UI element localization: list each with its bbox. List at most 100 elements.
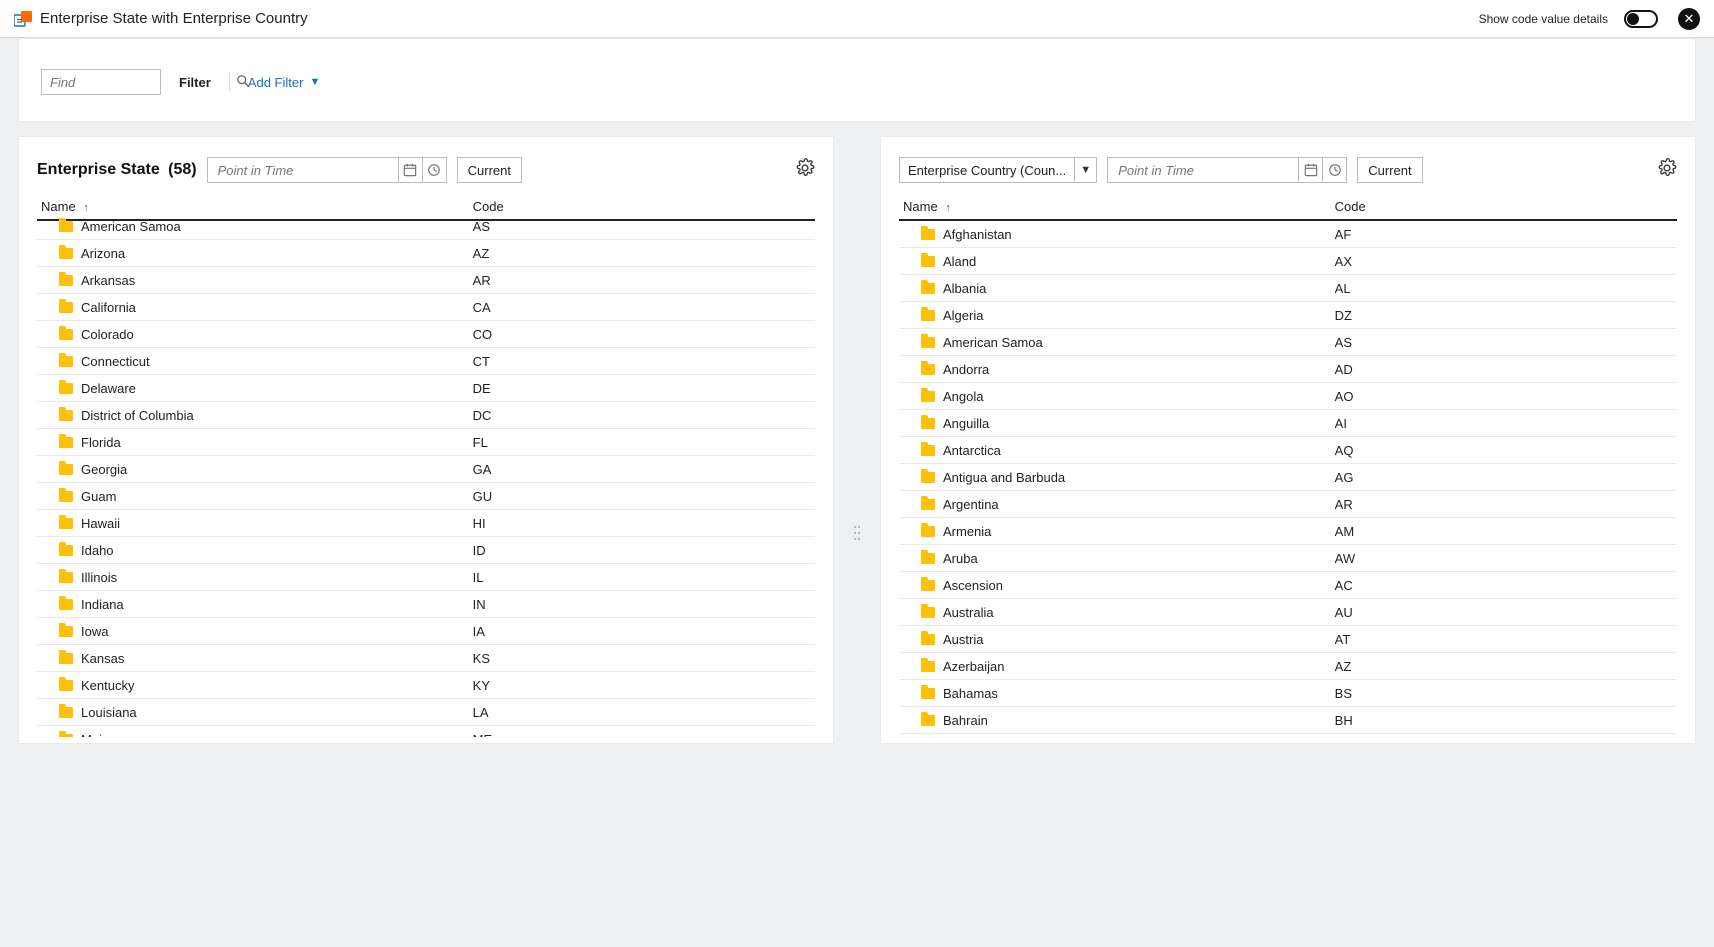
row-code-cell: KY [473, 678, 815, 693]
right-point-in-time-input[interactable] [1107, 157, 1347, 183]
find-input-wrapper[interactable] [41, 69, 161, 95]
table-row[interactable]: IowaIA [37, 618, 815, 645]
table-row[interactable]: ArgentinaAR [899, 491, 1677, 518]
table-row[interactable]: IdahoID [37, 537, 815, 564]
left-col-name-header[interactable]: Name ↑ [37, 199, 473, 214]
table-row[interactable]: MaineME [37, 726, 815, 737]
row-name-cell: Ascension [899, 578, 1335, 593]
table-row[interactable]: KentuckyKY [37, 672, 815, 699]
table-row[interactable]: ConnecticutCT [37, 348, 815, 375]
table-row[interactable]: AustriaAT [899, 626, 1677, 653]
folder-icon [59, 707, 73, 718]
table-row[interactable]: CaliforniaCA [37, 294, 815, 321]
table-row[interactable]: FloridaFL [37, 429, 815, 456]
add-filter-button[interactable]: Add Filter ▼ [248, 75, 321, 90]
folder-icon [921, 580, 935, 591]
split-resize-handle[interactable] [848, 136, 866, 929]
table-row[interactable]: American SamoaAS [899, 329, 1677, 356]
right-col-code-header[interactable]: Code [1335, 199, 1677, 214]
table-row[interactable]: AustraliaAU [899, 599, 1677, 626]
right-entity-dropdown[interactable]: Enterprise Country (Coun... ▼ [899, 157, 1097, 183]
right-col-name-header[interactable]: Name ↑ [899, 199, 1335, 214]
table-row[interactable]: AngolaAO [899, 383, 1677, 410]
table-row[interactable]: AntarcticaAQ [899, 437, 1677, 464]
table-row[interactable]: ColoradoCO [37, 321, 815, 348]
row-name-cell: Guam [37, 489, 473, 504]
divider [229, 73, 230, 91]
table-row[interactable]: GuamGU [37, 483, 815, 510]
table-row[interactable]: ArubaAW [899, 545, 1677, 572]
table-row[interactable]: LouisianaLA [37, 699, 815, 726]
left-current-button[interactable]: Current [457, 157, 522, 183]
close-button[interactable]: ✕ [1678, 8, 1700, 30]
row-code-cell: AI [1335, 416, 1677, 431]
left-table-body[interactable]: American SamoaASArizonaAZArkansasARCalif… [37, 213, 825, 737]
table-row[interactable]: AnguillaAI [899, 410, 1677, 437]
row-name-value: Louisiana [81, 705, 137, 720]
row-code-cell: CA [473, 300, 815, 315]
row-name-cell: Connecticut [37, 354, 473, 369]
table-row[interactable]: AlgeriaDZ [899, 302, 1677, 329]
table-row[interactable]: AlbaniaAL [899, 275, 1677, 302]
table-row[interactable]: ArmeniaAM [899, 518, 1677, 545]
table-row[interactable]: ArizonaAZ [37, 240, 815, 267]
row-name-cell: Georgia [37, 462, 473, 477]
folder-icon [921, 715, 935, 726]
table-row[interactable]: KansasKS [37, 645, 815, 672]
table-row[interactable]: AndorraAD [899, 356, 1677, 383]
clock-icon[interactable] [422, 158, 446, 182]
row-name-value: District of Columbia [81, 408, 194, 423]
folder-icon [59, 518, 73, 529]
row-name-cell: Argentina [899, 497, 1335, 512]
right-current-button[interactable]: Current [1357, 157, 1422, 183]
table-row[interactable]: District of ColumbiaDC [37, 402, 815, 429]
row-name-cell: Bahamas [899, 686, 1335, 701]
table-row[interactable]: AscensionAC [899, 572, 1677, 599]
left-settings-button[interactable] [795, 158, 815, 183]
table-row[interactable]: BahrainBH [899, 707, 1677, 734]
table-row[interactable]: HawaiiHI [37, 510, 815, 537]
row-code-cell: BH [1335, 713, 1677, 728]
row-code-cell: ME [473, 732, 815, 738]
row-code-cell: CT [473, 354, 815, 369]
folder-icon [921, 553, 935, 564]
table-row[interactable]: AlandAX [899, 248, 1677, 275]
table-row[interactable]: Antigua and BarbudaAG [899, 464, 1677, 491]
row-code-cell: AG [1335, 470, 1677, 485]
table-row[interactable]: ArkansasAR [37, 267, 815, 294]
row-name-cell: Antarctica [899, 443, 1335, 458]
right-settings-button[interactable] [1657, 158, 1677, 183]
clock-icon[interactable] [1322, 158, 1346, 182]
right-entity-dropdown-label: Enterprise Country (Coun... [908, 163, 1066, 178]
table-row[interactable]: American SamoaAS [37, 213, 815, 240]
calendar-icon[interactable] [1298, 158, 1322, 182]
row-name-value: Kansas [81, 651, 124, 666]
folder-icon [59, 410, 73, 421]
left-point-in-time-input[interactable] [207, 157, 447, 183]
row-name-cell: Afghanistan [899, 227, 1335, 242]
left-col-code-header[interactable]: Code [473, 199, 815, 214]
row-code-cell: ID [473, 543, 815, 558]
row-name-cell: Maine [37, 732, 473, 738]
table-row[interactable]: IndianaIN [37, 591, 815, 618]
table-row[interactable]: DelawareDE [37, 375, 815, 402]
right-point-in-time-field[interactable] [1116, 162, 1298, 179]
row-code-cell: AZ [1335, 659, 1677, 674]
show-details-toggle[interactable] [1624, 10, 1658, 28]
table-row[interactable]: AfghanistanAF [899, 221, 1677, 248]
folder-icon [59, 626, 73, 637]
folder-icon [59, 599, 73, 610]
folder-icon [921, 364, 935, 375]
right-table-body[interactable]: AfghanistanAFAlandAXAlbaniaALAlgeriaDZAm… [899, 221, 1687, 737]
table-row[interactable]: AzerbaijanAZ [899, 653, 1677, 680]
table-row[interactable]: IllinoisIL [37, 564, 815, 591]
table-row[interactable]: GeorgiaGA [37, 456, 815, 483]
table-row[interactable]: BahamasBS [899, 680, 1677, 707]
row-name-value: Hawaii [81, 516, 120, 531]
close-icon: ✕ [1684, 11, 1695, 27]
left-point-in-time-field[interactable] [216, 162, 398, 179]
row-code-cell: AR [1335, 497, 1677, 512]
row-name-cell: Iowa [37, 624, 473, 639]
folder-icon [59, 383, 73, 394]
calendar-icon[interactable] [398, 158, 422, 182]
